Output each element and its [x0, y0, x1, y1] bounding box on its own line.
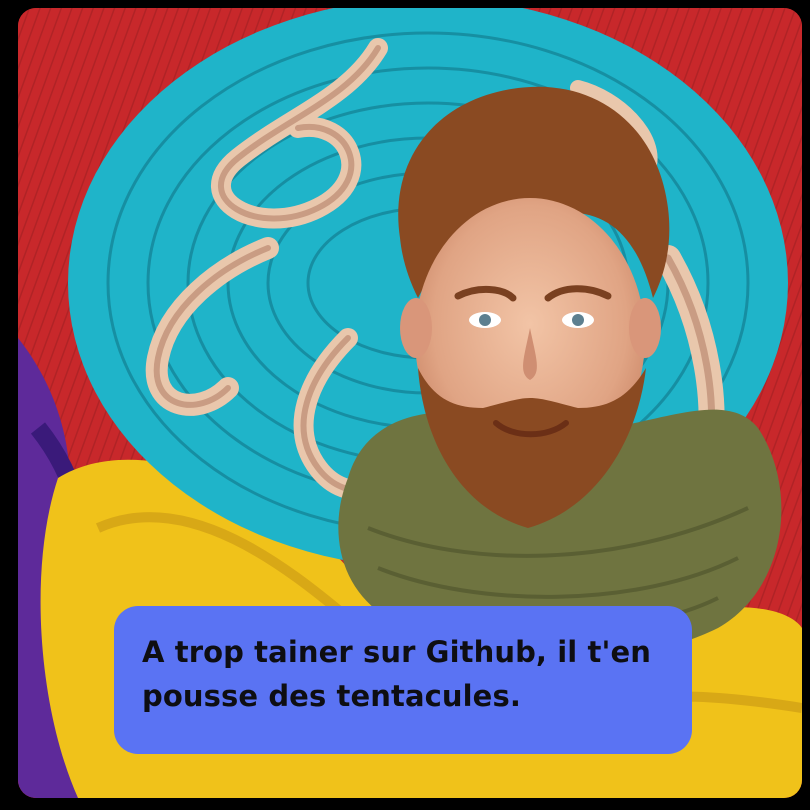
caption-line-1: A trop tainer sur Github, il t'en [142, 635, 651, 669]
caption-line-2: pousse des tentacules. [142, 679, 521, 713]
image-frame: A trop tainer sur Github, il t'en pousse… [18, 8, 802, 798]
caption-box: A trop tainer sur Github, il t'en pousse… [114, 606, 692, 754]
